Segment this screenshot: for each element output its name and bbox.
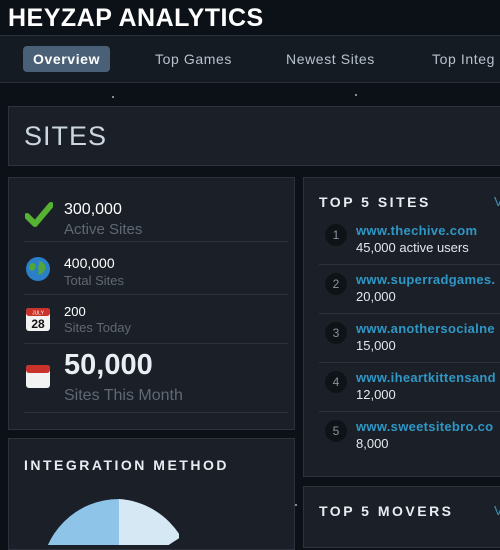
view-all-link[interactable]: V [494, 503, 500, 518]
sites-title: SITES [24, 121, 108, 151]
stat-label: Total Sites [64, 273, 124, 288]
top-site-item[interactable]: 3 www.anothersocialne 15,000 [319, 314, 500, 363]
site-link[interactable]: www.superradgames. [356, 272, 495, 287]
stat-sites-today: JULY 28 200 Sites Today [24, 295, 288, 344]
tab-top-games[interactable]: Top Games [155, 46, 232, 72]
tab-newest-sites[interactable]: Newest Sites [286, 46, 375, 72]
calendar-month: JULY [32, 311, 45, 317]
stat-value: 200 [64, 304, 86, 319]
top-site-item[interactable]: 5 www.sweetsitebro.co 8,000 [319, 412, 500, 460]
app-title: HEYZAP ANALYTICS [8, 4, 264, 32]
site-users: 12,000 [356, 387, 396, 402]
globe-icon [25, 256, 51, 287]
site-users: 45,000 active users [356, 240, 469, 255]
top-site-item[interactable]: 4 www.iheartkittensand 12,000 [319, 363, 500, 412]
rank-badge: 2 [325, 273, 347, 295]
site-link[interactable]: www.iheartkittensand [356, 370, 496, 385]
rank-badge: 1 [325, 224, 347, 246]
top-sites-title: TOP 5 SITES [319, 194, 431, 210]
site-users: 8,000 [356, 436, 389, 451]
site-users: 20,000 [356, 289, 396, 304]
tab-top-integrations[interactable]: Top Integ [432, 46, 495, 72]
rank-badge: 3 [325, 322, 347, 344]
stat-sites-this-month: 50,000 Sites This Month [24, 344, 288, 413]
integration-method-card: INTEGRATION METHOD [8, 438, 295, 550]
top-site-item[interactable]: 1 www.thechive.com 45,000 active users [319, 216, 500, 265]
site-link[interactable]: www.sweetsitebro.co [356, 419, 493, 434]
top-movers-title: TOP 5 MOVERS [319, 503, 454, 519]
site-link[interactable]: www.thechive.com [356, 223, 477, 238]
rank-badge: 4 [325, 371, 347, 393]
tab-overview[interactable]: Overview [23, 46, 111, 72]
stat-value: 400,000 [64, 255, 115, 271]
stat-value: 50,000 [64, 349, 153, 381]
top-sites-card: TOP 5 SITES V 1 www.thechive.com 45,000 … [303, 177, 500, 477]
site-stats-card: 300,000 Active Sites 400,000 Total Sites… [8, 177, 295, 430]
calendar-day: 28 [31, 317, 45, 331]
site-link[interactable]: www.anothersocialne [356, 321, 495, 336]
integration-pie-chart [47, 499, 179, 545]
stat-active-sites: 300,000 Active Sites [24, 188, 288, 242]
sites-banner: SITES [8, 106, 500, 166]
stat-value: 300,000 [64, 201, 122, 218]
calendar-blank-icon [25, 363, 51, 394]
calendar-icon: JULY 28 [25, 306, 51, 337]
top-site-item[interactable]: 2 www.superradgames. 20,000 [319, 265, 500, 314]
stat-label: Sites This Month [64, 387, 183, 404]
checkmark-icon [24, 202, 54, 233]
rank-badge: 5 [325, 420, 347, 442]
view-all-link[interactable]: V [494, 194, 500, 209]
main-nav: Overview Top Games Newest Sites Top Inte… [0, 35, 500, 83]
site-users: 15,000 [356, 338, 396, 353]
top-movers-card: TOP 5 MOVERS V [303, 486, 500, 548]
stat-label: Active Sites [64, 221, 143, 238]
stat-total-sites: 400,000 Total Sites [24, 242, 288, 295]
stat-label: Sites Today [64, 320, 131, 335]
integration-title: INTEGRATION METHOD [24, 457, 229, 473]
